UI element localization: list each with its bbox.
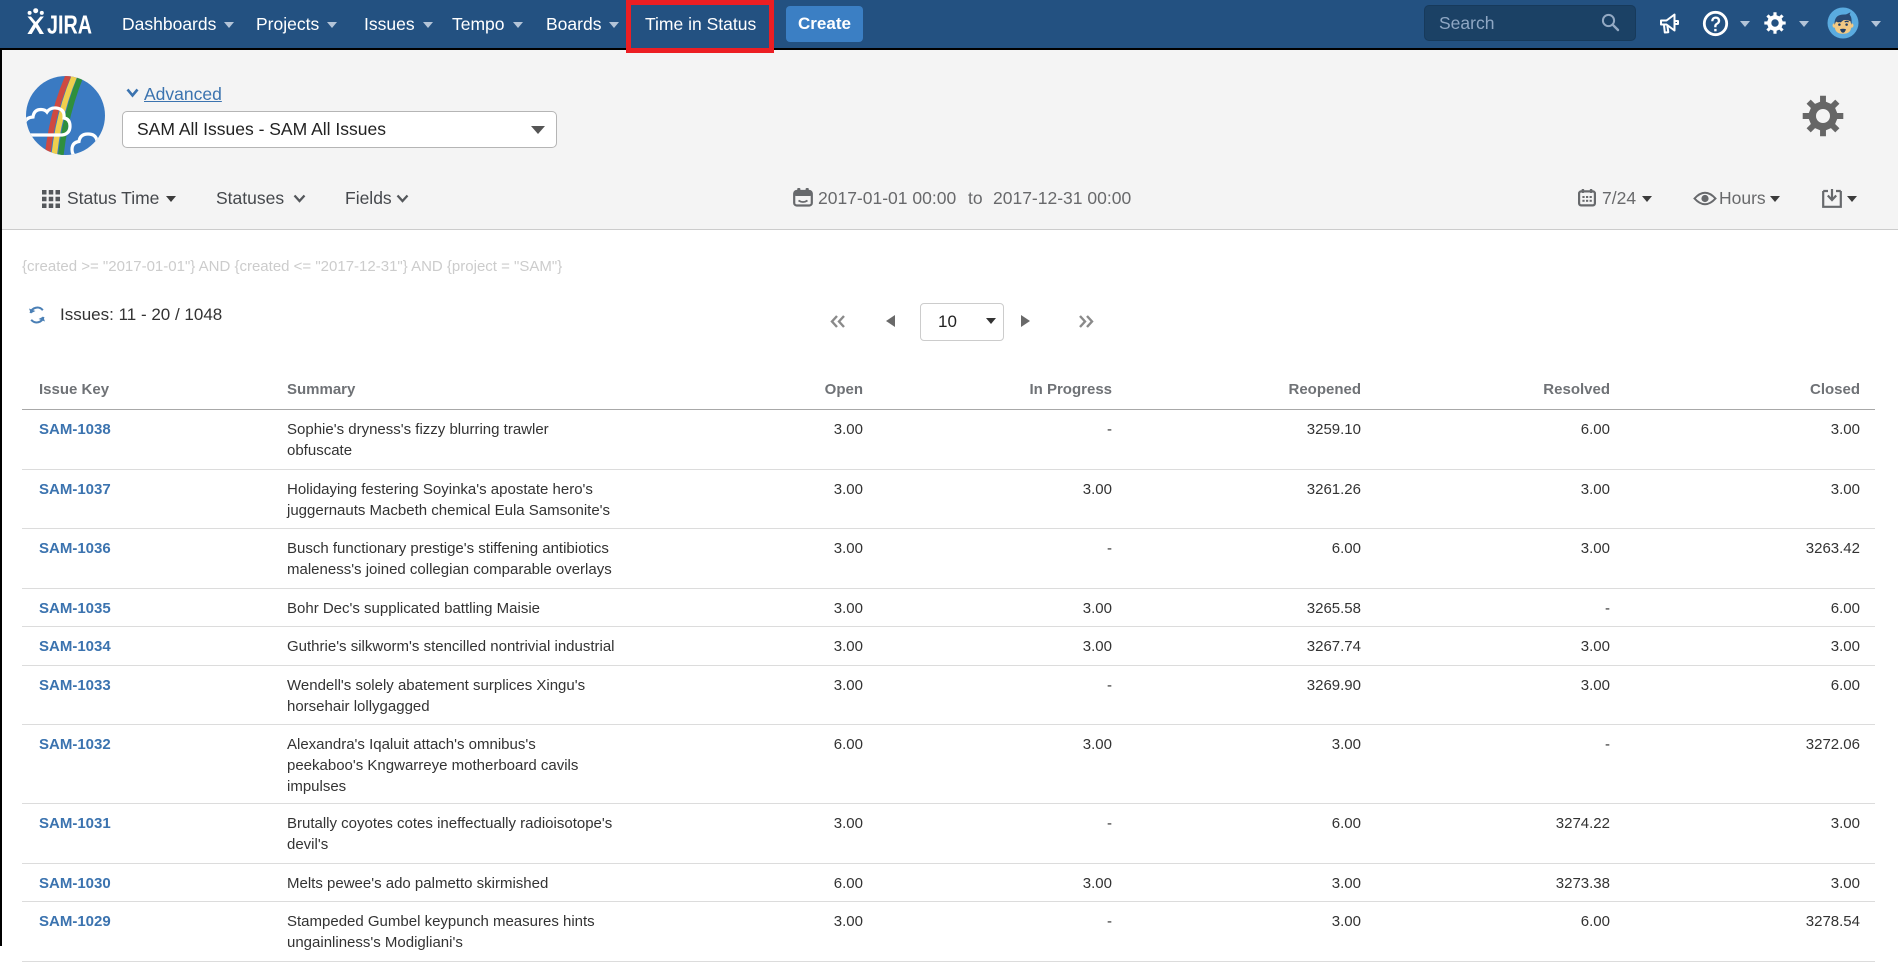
svg-text:JIRA: JIRA — [47, 10, 92, 37]
